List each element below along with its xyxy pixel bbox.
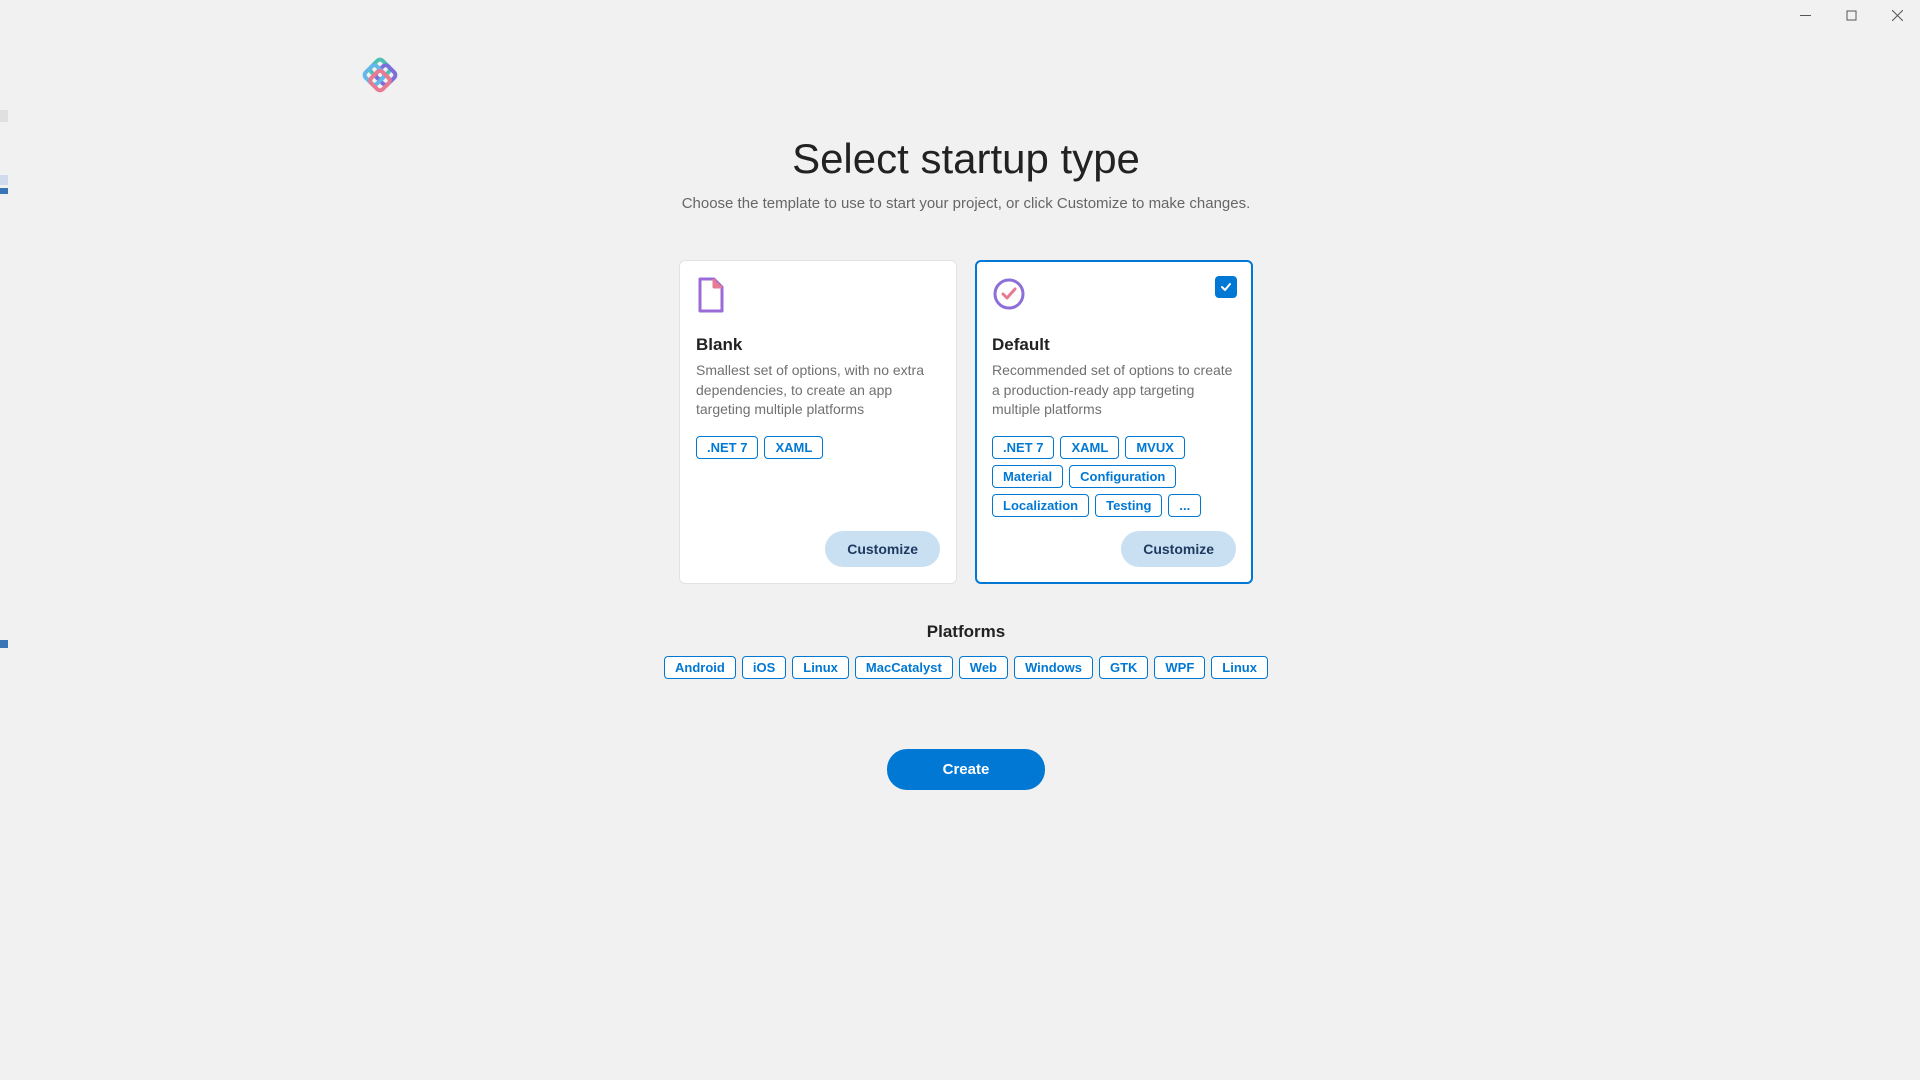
- tag: Material: [992, 465, 1063, 488]
- card-tags: .NET 7 XAML: [696, 436, 940, 459]
- template-card-blank[interactable]: Blank Smallest set of options, with no e…: [679, 260, 957, 584]
- tag: Localization: [992, 494, 1089, 517]
- card-title: Blank: [696, 335, 940, 355]
- platforms-title: Platforms: [927, 622, 1005, 642]
- window-controls: [1782, 0, 1920, 30]
- minimize-button[interactable]: [1782, 0, 1828, 30]
- platforms-tags: Android iOS Linux MacCatalyst Web Window…: [664, 656, 1268, 679]
- card-description: Smallest set of options, with no extra d…: [696, 361, 940, 420]
- platform-tag: MacCatalyst: [855, 656, 953, 679]
- card-description: Recommended set of options to create a p…: [992, 361, 1236, 420]
- platform-tag: WPF: [1154, 656, 1205, 679]
- create-button[interactable]: Create: [887, 749, 1046, 790]
- background-window-edge: [0, 0, 12, 1080]
- platform-tag: Web: [959, 656, 1008, 679]
- tag: .NET 7: [696, 436, 758, 459]
- uno-logo-icon: [355, 50, 405, 105]
- default-template-icon: [992, 277, 1026, 311]
- card-title: Default: [992, 335, 1236, 355]
- platform-tag: Windows: [1014, 656, 1093, 679]
- selected-checkmark-icon: [1215, 276, 1237, 298]
- tag: XAML: [764, 436, 823, 459]
- page-subtitle: Choose the template to use to start your…: [682, 195, 1251, 212]
- template-card-default[interactable]: Default Recommended set of options to cr…: [975, 260, 1253, 584]
- platforms-section: Platforms Android iOS Linux MacCatalyst …: [664, 622, 1268, 679]
- wizard-window: Select startup type Choose the template …: [12, 0, 1920, 1080]
- tag-more: ...: [1168, 494, 1201, 517]
- template-cards: Blank Smallest set of options, with no e…: [679, 260, 1253, 584]
- card-tags: .NET 7 XAML MVUX Material Configuration …: [992, 436, 1236, 517]
- tag: XAML: [1060, 436, 1119, 459]
- platform-tag: Linux: [1211, 656, 1268, 679]
- tag: Testing: [1095, 494, 1162, 517]
- tag: Configuration: [1069, 465, 1176, 488]
- platform-tag: Linux: [792, 656, 849, 679]
- wizard-content: Select startup type Choose the template …: [12, 135, 1920, 790]
- blank-template-icon: [696, 277, 730, 311]
- platform-tag: Android: [664, 656, 736, 679]
- platform-tag: iOS: [742, 656, 786, 679]
- tag: MVUX: [1125, 436, 1185, 459]
- page-title: Select startup type: [792, 135, 1140, 183]
- close-button[interactable]: [1874, 0, 1920, 30]
- maximize-button[interactable]: [1828, 0, 1874, 30]
- customize-button[interactable]: Customize: [825, 531, 940, 567]
- customize-button[interactable]: Customize: [1121, 531, 1236, 567]
- tag: .NET 7: [992, 436, 1054, 459]
- platform-tag: GTK: [1099, 656, 1148, 679]
